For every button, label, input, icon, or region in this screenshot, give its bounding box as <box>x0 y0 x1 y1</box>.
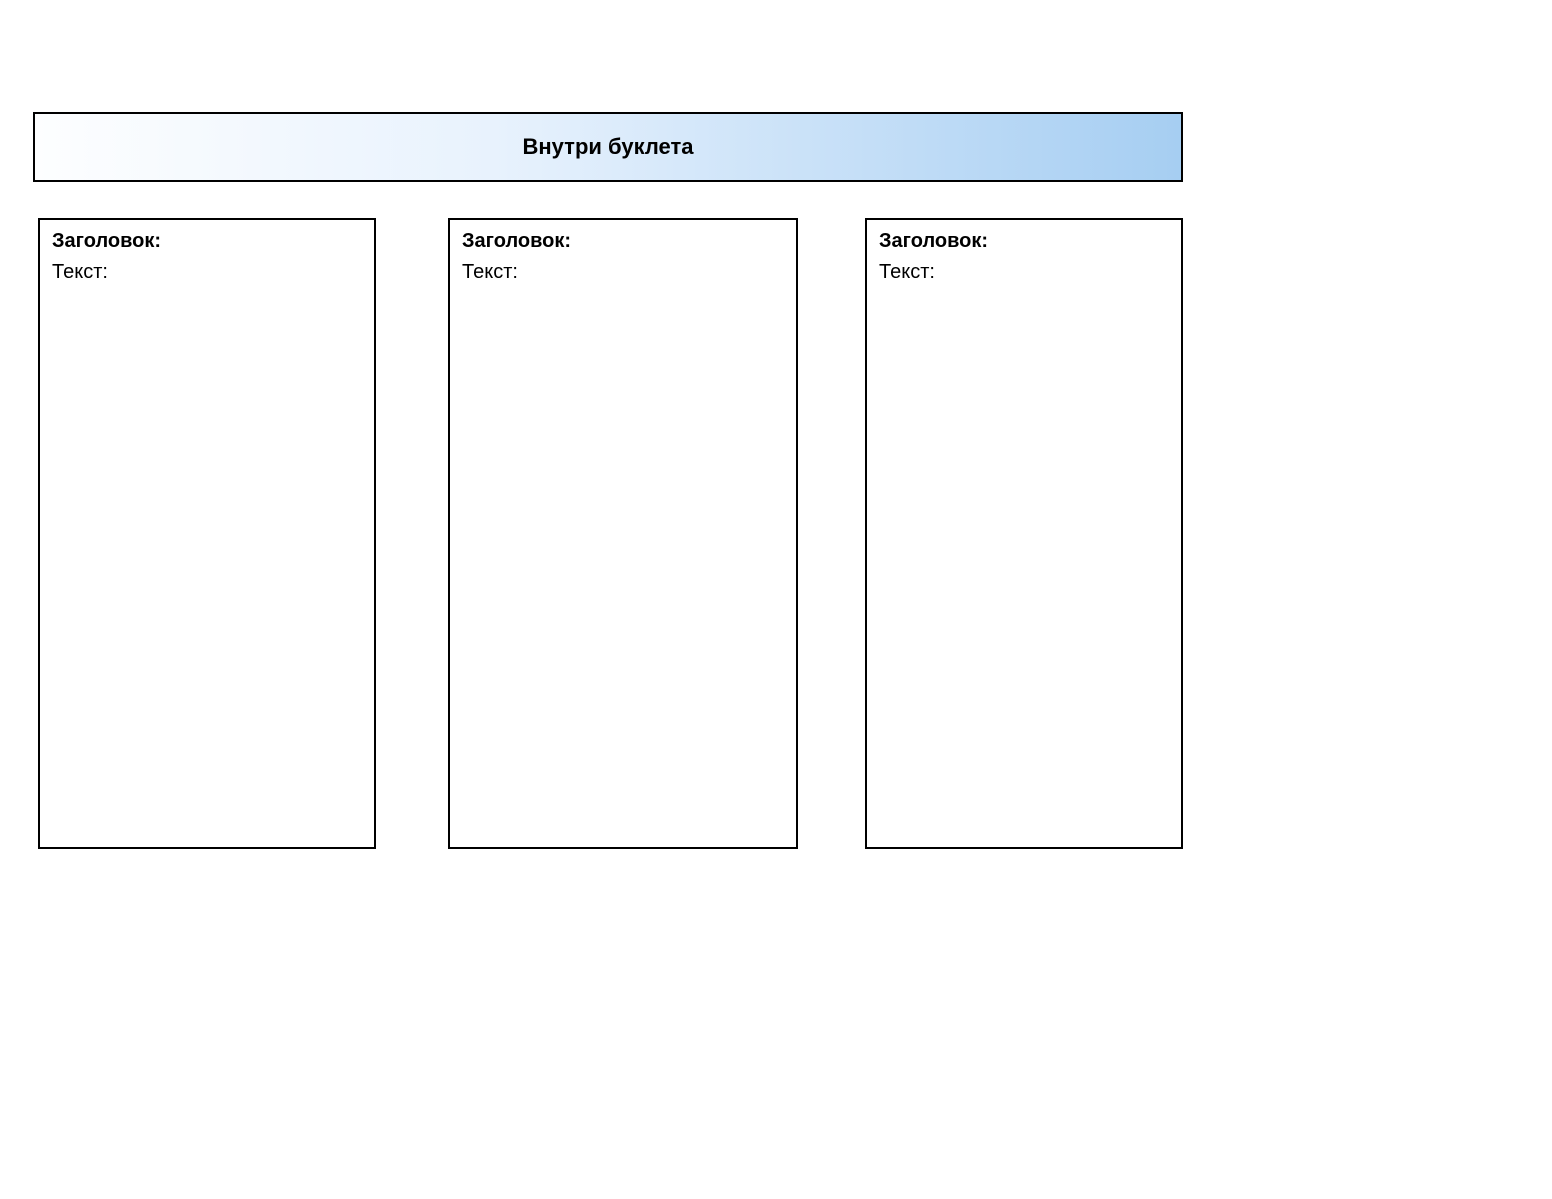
panel-1-heading: Заголовок: <box>52 230 362 253</box>
header-banner: Внутри буклета <box>33 112 1183 182</box>
panel-3-text: Текст: <box>879 261 1169 284</box>
panel-1-text: Текст: <box>52 261 362 284</box>
panel-2: Заголовок: Текст: <box>448 218 798 849</box>
panel-2-heading: Заголовок: <box>462 230 784 253</box>
panel-3-heading: Заголовок: <box>879 230 1169 253</box>
panel-2-text: Текст: <box>462 261 784 284</box>
panel-3: Заголовок: Текст: <box>865 218 1183 849</box>
panel-1: Заголовок: Текст: <box>38 218 376 849</box>
header-title: Внутри буклета <box>523 134 694 160</box>
